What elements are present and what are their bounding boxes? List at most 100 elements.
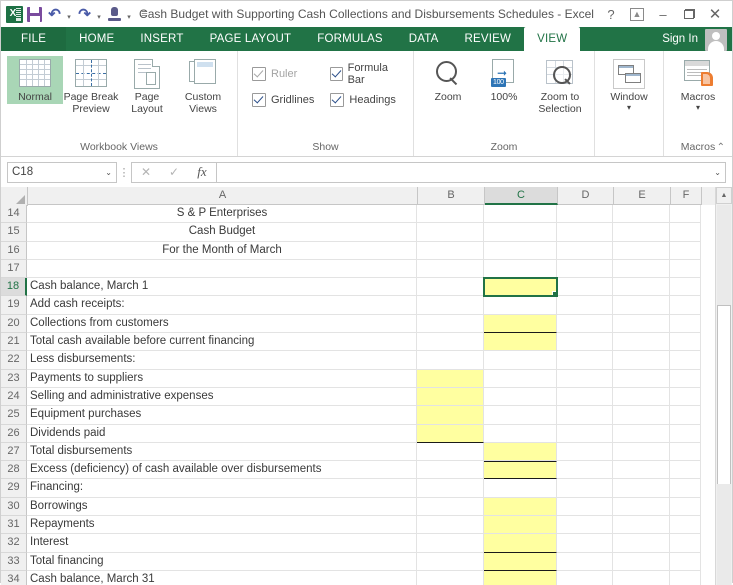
row-header-17[interactable]: 17 (1, 259, 27, 279)
sign-in-link[interactable]: Sign In (662, 27, 698, 51)
cell-E18[interactable] (613, 278, 670, 297)
row-header-21[interactable]: 21 (1, 333, 27, 352)
cell-B30[interactable] (417, 497, 484, 517)
row-header-15[interactable]: 15 (1, 223, 27, 242)
cell-D24[interactable] (557, 387, 613, 407)
cell-B17[interactable] (417, 259, 484, 279)
cell-C30[interactable] (484, 497, 557, 517)
cell-B24[interactable] (417, 387, 484, 407)
save-icon[interactable] (25, 4, 44, 24)
cell-F26[interactable] (670, 424, 701, 443)
minimize-button[interactable]: – (650, 2, 676, 26)
touch-mode-dropdown-icon[interactable]: ▾ (125, 4, 134, 24)
checkbox-headings[interactable]: Headings (330, 88, 399, 112)
cell-D18[interactable] (557, 278, 613, 297)
cell-F22[interactable] (670, 351, 701, 370)
checkbox-ruler[interactable]: Ruler (252, 62, 314, 86)
collapse-ribbon-icon[interactable]: ⌃ (717, 142, 725, 153)
cell-E26[interactable] (613, 424, 670, 443)
cell-B25[interactable] (417, 406, 484, 425)
cell-A21[interactable]: Total cash available before current fina… (27, 333, 417, 352)
cell-A23[interactable]: Payments to suppliers (27, 369, 417, 388)
cell-F23[interactable] (670, 369, 701, 388)
cell-E22[interactable] (613, 351, 670, 370)
cell-C28[interactable] (484, 461, 557, 480)
cell-A20[interactable]: Collections from customers (27, 314, 417, 334)
cell-C25[interactable] (484, 406, 557, 425)
redo-dropdown-icon[interactable]: ▾ (95, 4, 104, 24)
cell-C24[interactable] (484, 387, 557, 407)
ribbon-display-options-icon[interactable]: ▲ (624, 2, 650, 26)
row-header-27[interactable]: 27 (1, 442, 27, 462)
row-header-22[interactable]: 22 (1, 351, 27, 370)
cell-B29[interactable] (417, 479, 484, 498)
formula-input[interactable]: ⌄ (216, 161, 726, 183)
cell-E33[interactable] (613, 552, 670, 571)
cell-D21[interactable] (557, 333, 613, 352)
cell-A28[interactable]: Excess (deficiency) of cash available ov… (27, 461, 417, 480)
cell-B14[interactable] (417, 205, 484, 224)
cell-F30[interactable] (670, 497, 701, 517)
cell-A29[interactable]: Financing: (27, 479, 417, 498)
tab-page-layout[interactable]: PAGE LAYOUT (197, 27, 305, 51)
cell-D16[interactable] (557, 241, 613, 260)
cell-F31[interactable] (670, 516, 701, 535)
row-header-14[interactable]: 14 (1, 205, 27, 224)
checkbox-formula-bar[interactable]: Formula Bar (330, 62, 399, 86)
macros-button[interactable]: Macros ▾ (670, 56, 726, 113)
zoom-100-button[interactable]: ➞ 100 100% (476, 56, 532, 104)
cell-F24[interactable] (670, 387, 701, 407)
cell-C16[interactable] (484, 241, 557, 260)
column-header-e[interactable]: E (614, 187, 671, 205)
cell-B27[interactable] (417, 442, 484, 462)
cell-A26[interactable]: Dividends paid (27, 424, 417, 443)
cell-F29[interactable] (670, 479, 701, 498)
cell-E17[interactable] (613, 259, 670, 279)
cell-F21[interactable] (670, 333, 701, 352)
cell-D15[interactable] (557, 223, 613, 242)
checkbox-gridlines[interactable]: Gridlines (252, 88, 314, 112)
cell-B16[interactable] (417, 241, 484, 260)
cell-E27[interactable] (613, 442, 670, 462)
cell-C19[interactable] (484, 296, 557, 315)
insert-function-icon[interactable]: fx (188, 163, 216, 182)
row-header-25[interactable]: 25 (1, 406, 27, 425)
cell-E28[interactable] (613, 461, 670, 480)
undo-icon[interactable]: ↶ (45, 4, 64, 24)
cell-B20[interactable] (417, 314, 484, 334)
cell-A25[interactable]: Equipment purchases (27, 406, 417, 425)
cell-D29[interactable] (557, 479, 613, 498)
cell-A18[interactable]: Cash balance, March 1 (27, 278, 417, 297)
row-header-26[interactable]: 26 (1, 424, 27, 443)
row-header-32[interactable]: 32 (1, 534, 27, 553)
cell-E14[interactable] (613, 205, 670, 224)
cell-B32[interactable] (417, 534, 484, 553)
tab-review[interactable]: REVIEW (452, 27, 525, 51)
cell-B22[interactable] (417, 351, 484, 370)
cell-A32[interactable]: Interest (27, 534, 417, 553)
normal-view-button[interactable]: Normal (7, 56, 63, 104)
cell-B15[interactable] (417, 223, 484, 242)
column-header-a[interactable]: A (28, 187, 418, 205)
row-header-20[interactable]: 20 (1, 314, 27, 334)
cell-D19[interactable] (557, 296, 613, 315)
cell-C33[interactable] (484, 552, 557, 571)
redo-icon[interactable]: ↷ (75, 4, 94, 24)
select-all-corner[interactable] (1, 187, 28, 206)
cell-F28[interactable] (670, 461, 701, 480)
row-header-24[interactable]: 24 (1, 387, 27, 407)
gridlines-checkbox-icon[interactable] (252, 93, 266, 107)
tab-home[interactable]: HOME (66, 27, 127, 51)
tab-file[interactable]: FILE (1, 27, 67, 51)
expand-formula-bar-icon[interactable]: ⌄ (714, 168, 721, 177)
zoom-to-selection-button[interactable]: Zoom to Selection (532, 56, 588, 115)
cell-B31[interactable] (417, 516, 484, 535)
cell-A16[interactable]: For the Month of March (27, 241, 417, 260)
row-header-30[interactable]: 30 (1, 497, 27, 517)
cell-D31[interactable] (557, 516, 613, 535)
cell-B28[interactable] (417, 461, 484, 480)
cell-C23[interactable] (484, 369, 557, 388)
window-button[interactable]: Window ▾ (601, 56, 657, 113)
scroll-up-button[interactable]: ▲ (716, 187, 732, 204)
cell-F32[interactable] (670, 534, 701, 553)
